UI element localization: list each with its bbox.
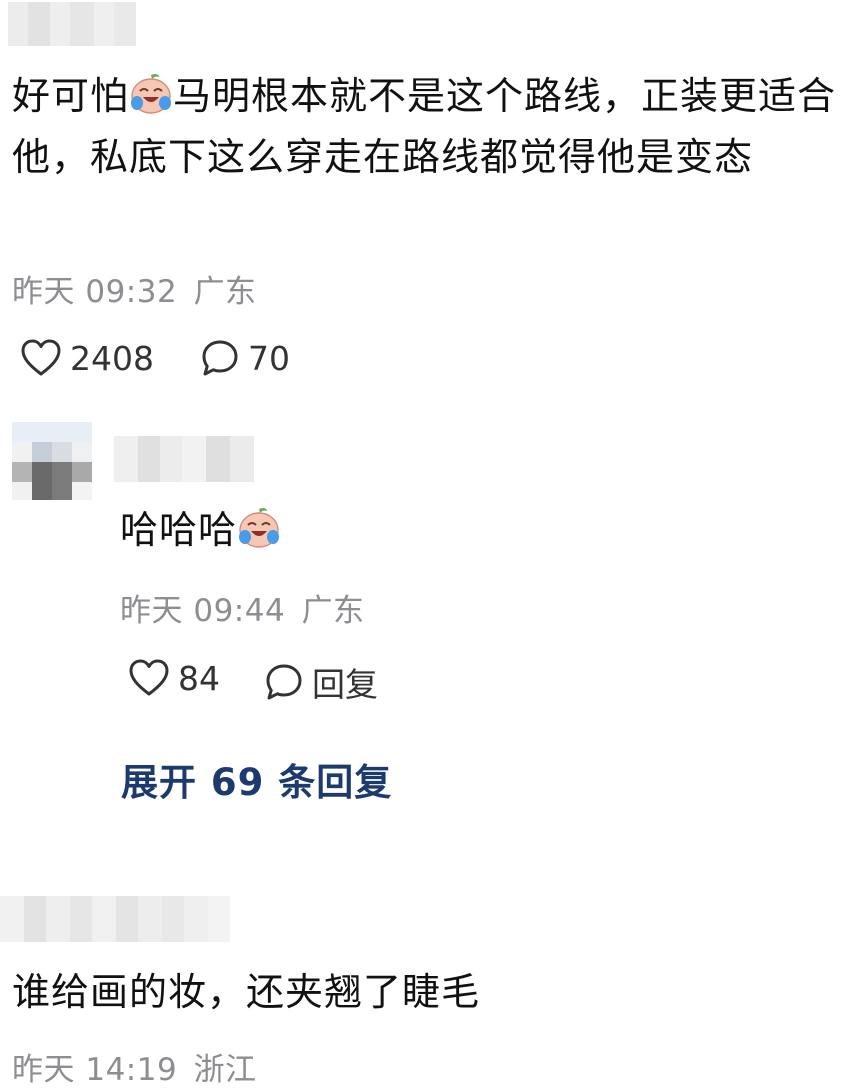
avatar[interactable]: [12, 422, 92, 500]
reply-like-count: 84: [178, 658, 220, 698]
comment-meta: 昨天 09:32 广东: [12, 266, 257, 311]
reply-count: 70: [248, 338, 290, 378]
reply-text-content: 哈哈哈: [120, 508, 238, 552]
comment-location: 浙江: [193, 1052, 257, 1088]
crying-laughing-emoji-icon: [131, 73, 172, 114]
comment-bubble-icon: [266, 664, 302, 700]
comment-meta: 昨天 14:19 浙江: [12, 1044, 257, 1089]
like-count: 2408: [70, 338, 154, 378]
expand-replies-link[interactable]: 展开 69 条回复: [121, 752, 392, 806]
reply-location: 广东: [301, 593, 365, 629]
reply-username-blurred[interactable]: [114, 436, 254, 482]
comment-time: 昨天 09:32: [12, 274, 178, 310]
heart-icon: [129, 659, 169, 696]
username-blurred[interactable]: [8, 2, 136, 46]
comment-text-start: 好可怕: [12, 74, 130, 118]
reply-button-label: 回复: [312, 665, 378, 704]
crying-laughing-emoji-icon: [239, 507, 280, 548]
reply-meta: 昨天 09:44 广东: [120, 585, 365, 630]
comment-text: 谁给画的妆，还夹翘了睫毛: [12, 970, 481, 1014]
comment-location: 广东: [193, 274, 257, 310]
reply-text: 哈哈哈: [120, 500, 281, 561]
reply-like-button[interactable]: 84: [128, 658, 220, 698]
comment-text: 好可怕 马明根本就不是这个路线，正装更适合他，私底下这么穿走在路线都觉得他是变态: [12, 66, 842, 188]
reply-time: 昨天 09:44: [120, 593, 286, 629]
comment-bubble-icon: [202, 340, 238, 376]
reply-count-button[interactable]: 70: [200, 338, 290, 378]
username-blurred[interactable]: [0, 896, 230, 942]
reply-button[interactable]: 回复: [264, 658, 378, 706]
like-button[interactable]: 2408: [20, 338, 154, 378]
heart-icon: [21, 339, 61, 376]
comment-time: 昨天 14:19: [12, 1052, 178, 1088]
